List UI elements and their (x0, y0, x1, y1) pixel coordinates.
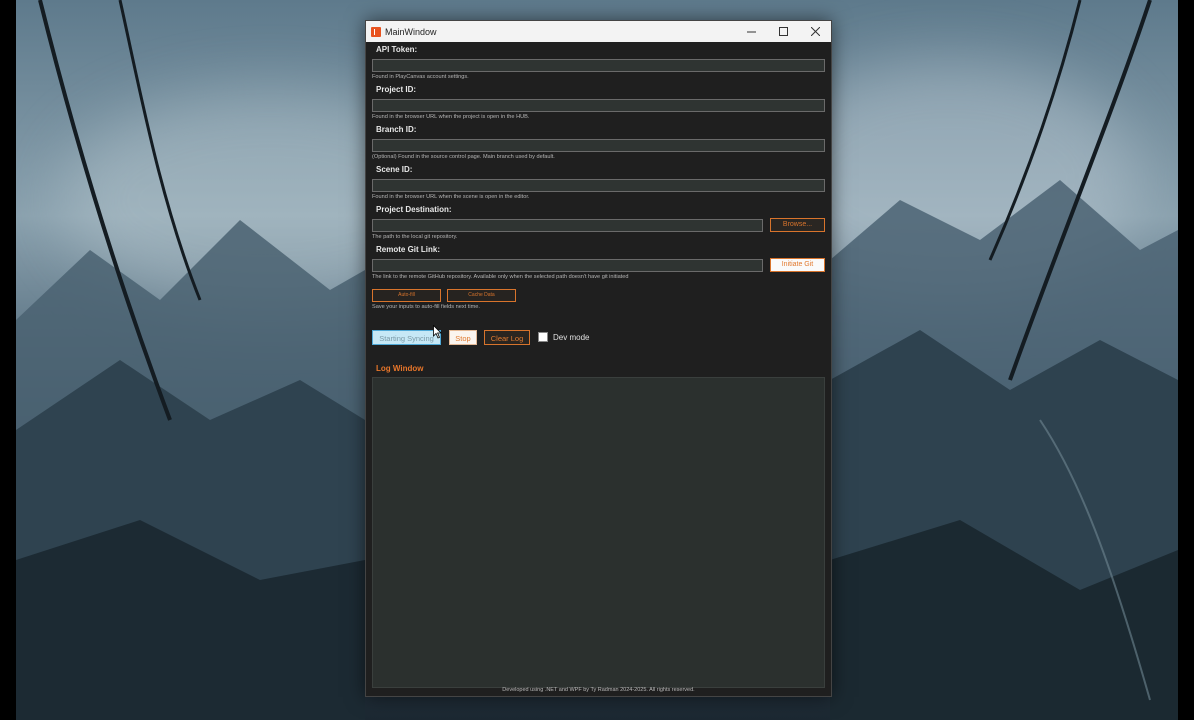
initiate-git-button[interactable]: Initiate Git (770, 258, 825, 272)
api-token-hint: Found in PlayCanvas account settings. (372, 74, 469, 80)
branch-id-hint: (Optional) Found in the source control p… (372, 154, 555, 160)
stop-button[interactable]: Stop (449, 329, 477, 345)
window-title: MainWindow (385, 26, 437, 37)
remote-git-section: Remote Git Link: Initiate Git The link t… (372, 244, 825, 282)
cache-data-button[interactable]: Cache Data (447, 289, 516, 302)
project-destination-hint: The path to the local git repository. (372, 234, 458, 240)
clear-log-button[interactable]: Clear Log (484, 329, 530, 345)
app-icon (371, 26, 381, 37)
letterbox-left (0, 0, 16, 720)
project-destination-section: Project Destination: Browse... The path … (372, 204, 825, 242)
title-bar[interactable]: MainWindow (366, 21, 831, 42)
api-token-section: API Token: Found in PlayCanvas account s… (372, 44, 825, 82)
maximize-button[interactable] (767, 21, 799, 42)
minimize-button[interactable] (735, 21, 767, 42)
branch-id-label: Branch ID: (376, 125, 417, 134)
branch-id-input[interactable] (372, 138, 825, 152)
close-icon (810, 27, 820, 36)
dev-mode-label: Dev mode (553, 332, 590, 342)
main-window: MainWindow API Token: Found in PlayCanva… (365, 20, 832, 697)
project-id-input[interactable] (372, 98, 825, 112)
minimize-icon (746, 31, 756, 33)
letterbox-right (1178, 0, 1194, 720)
branch-id-section: Branch ID: (Optional) Found in the sourc… (372, 124, 825, 162)
checkbox-icon[interactable] (538, 332, 548, 342)
scene-id-label: Scene ID: (376, 165, 413, 174)
scene-id-section: Scene ID: Found in the browser URL when … (372, 164, 825, 202)
scene-id-input[interactable] (372, 178, 825, 192)
project-destination-input[interactable] (372, 218, 763, 232)
project-destination-label: Project Destination: (376, 205, 452, 214)
remote-git-label: Remote Git Link: (376, 245, 441, 254)
api-token-input[interactable] (372, 58, 825, 72)
dev-mode-checkbox[interactable]: Dev mode (538, 332, 589, 342)
scene-id-hint: Found in the browser URL when the scene … (372, 194, 530, 200)
project-id-label: Project ID: (376, 85, 417, 94)
autofill-buttons: Auto-fill Cache Data (372, 289, 825, 302)
close-button[interactable] (799, 21, 831, 42)
project-id-section: Project ID: Found in the browser URL whe… (372, 84, 825, 122)
remote-git-hint: The link to the remote GitHub repository… (372, 274, 629, 280)
auto-fill-button[interactable]: Auto-fill (372, 289, 441, 302)
log-window-title: Log Window (376, 364, 424, 373)
form-content: API Token: Found in PlayCanvas account s… (366, 44, 831, 688)
api-token-label: API Token: (376, 45, 418, 54)
log-window[interactable] (372, 377, 825, 688)
browse-button[interactable]: Browse... (770, 218, 825, 232)
start-syncing-button[interactable]: Starting Syncing (372, 329, 441, 345)
mouse-cursor-icon (433, 325, 442, 339)
project-id-hint: Found in the browser URL when the projec… (372, 114, 530, 120)
autofill-hint: Save your inputs to auto-fill fields nex… (372, 304, 480, 310)
maximize-icon (778, 27, 788, 36)
footer-credits: Developed using .NET and WPF by Ty Radma… (502, 687, 695, 693)
remote-git-input[interactable] (372, 258, 763, 272)
